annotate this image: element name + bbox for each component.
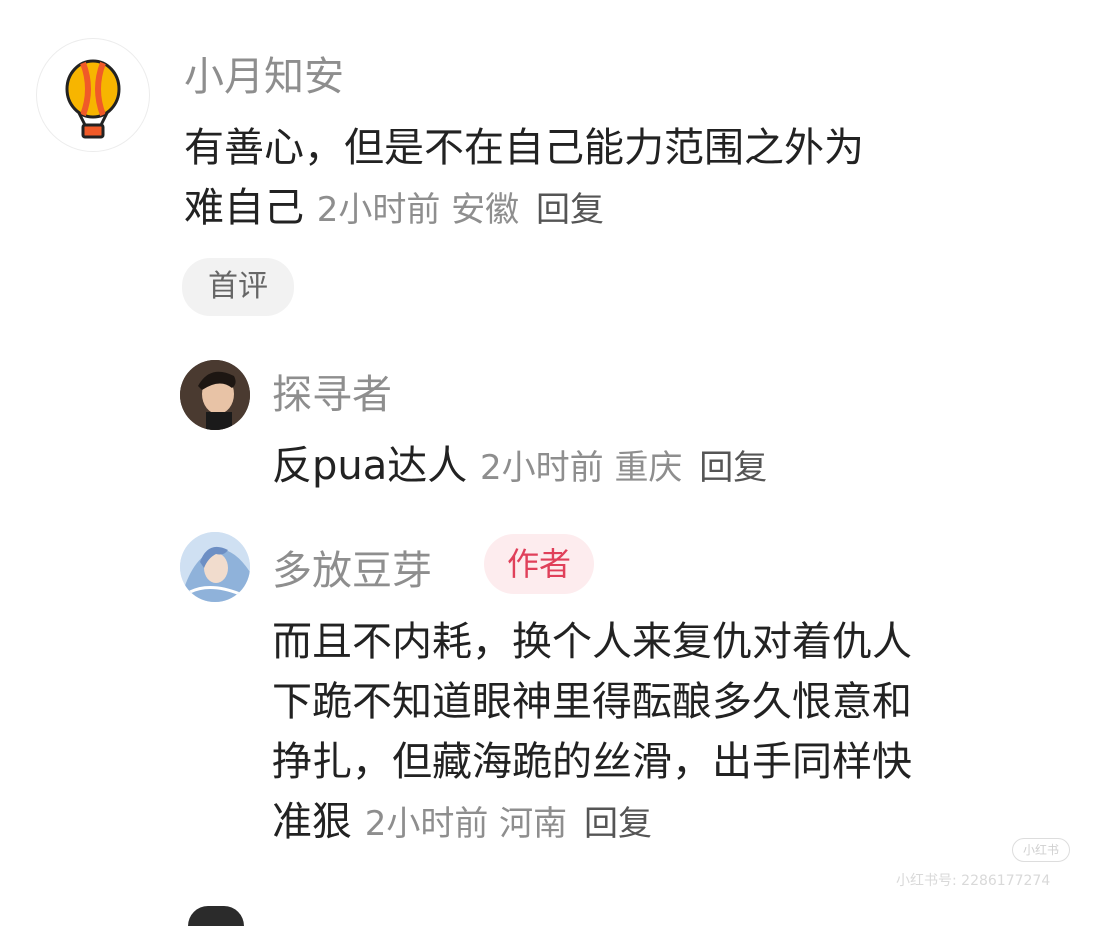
- comment-content-line: 挣扎，但藏海跪的丝滑，出手同样快: [272, 739, 912, 785]
- anime-character-icon: [180, 532, 250, 602]
- watermark-logo: 小红书: [1012, 838, 1070, 862]
- comment-meta: 2小时前 安徽 回复: [317, 190, 604, 230]
- comment-username[interactable]: 多放豆芽: [272, 538, 432, 596]
- comment-content-text: 难自己: [184, 185, 304, 231]
- comment-content-line: 有善心，但是不在自己能力范围之外为: [184, 125, 864, 171]
- comment-content-text: 准狠: [272, 799, 352, 845]
- comment-content: 而且不内耗，换个人来复仇对着仇人 下跪不知道眼神里得酝酿多久恨意和 挣扎，但藏海…: [272, 612, 912, 854]
- comment-location: 重庆: [614, 448, 683, 488]
- comment-content-line: 而且不内耗，换个人来复仇对着仇人: [272, 619, 912, 665]
- avatar[interactable]: [180, 532, 250, 602]
- comment-time: 2小时前: [479, 448, 604, 488]
- reply-button[interactable]: 回复: [699, 448, 767, 488]
- avatar[interactable]: [180, 360, 250, 430]
- comment-username[interactable]: 小月知安: [184, 44, 344, 102]
- next-comment-avatar-partial: [188, 906, 244, 926]
- comment-content-line: 反pua达人 2小时前 重庆 回复: [272, 436, 767, 498]
- author-badge: 作者: [484, 534, 594, 594]
- comment-time: 2小时前: [364, 804, 489, 844]
- first-comment-tag: 首评: [182, 258, 294, 316]
- comment-content: 反pua达人 2小时前 重庆 回复: [272, 436, 767, 498]
- avatar[interactable]: [36, 38, 150, 152]
- comment-time: 2小时前: [316, 190, 441, 230]
- comment-username[interactable]: 探寻者: [272, 362, 392, 420]
- comment-content-text: 反pua达人: [272, 443, 468, 489]
- person-portrait-icon: [180, 360, 250, 430]
- comment-content: 有善心，但是不在自己能力范围之外为 难自己 2小时前 安徽 回复: [184, 118, 864, 240]
- comment-content-line: 准狠 2小时前 河南 回复: [272, 792, 912, 854]
- comment-location: 安徽: [451, 190, 520, 230]
- reply-button[interactable]: 回复: [536, 190, 604, 230]
- comment-content-line: 下跪不知道眼神里得酝酿多久恨意和: [272, 679, 912, 725]
- comment-location: 河南: [499, 804, 568, 844]
- reply-button[interactable]: 回复: [584, 804, 652, 844]
- hot-air-balloon-icon: [65, 59, 121, 139]
- comment-meta: 2小时前 河南 回复: [365, 804, 652, 844]
- comment-meta: 2小时前 重庆 回复: [480, 448, 767, 488]
- watermark-id: 小红书号: 2286177274: [896, 873, 1051, 889]
- comment-content-line: 难自己 2小时前 安徽 回复: [184, 178, 864, 240]
